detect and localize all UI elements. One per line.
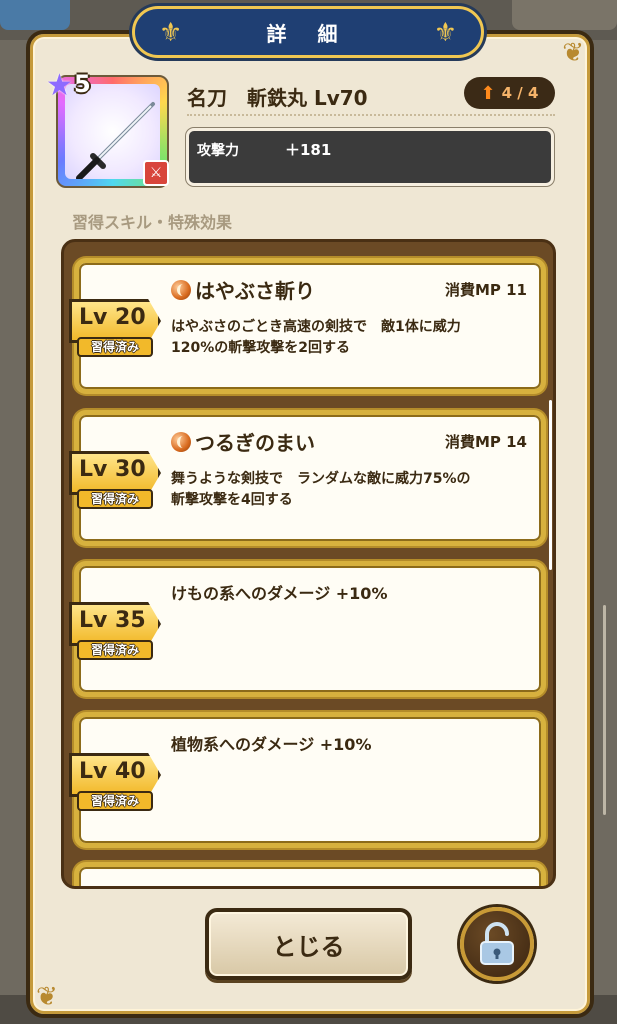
corner-ornament-icon: ❦ [36,982,58,1012]
stat-box: 攻撃力 ＋181 [186,128,554,186]
upgrade-badge: ⬆ 4 / 4 [464,77,555,109]
section-title: 習得スキル・特殊効果 [72,213,233,232]
skill-description-line: 舞うような剣技で ランダムな敵に威力75%の [171,471,471,487]
skill-description-line: はやぶさのごとき高速の剣技で 敵1体に威力 [171,319,461,335]
level-badge: Lv 40 習得済み [69,753,161,817]
background-tab [512,0,617,30]
effect-text: 植物系へのダメージ +10% [171,735,372,754]
item-name: 名刀 斬鉄丸 Lv70 [187,86,368,110]
arrow-up-icon: ⬆ [480,82,496,104]
skill-orb-icon [171,279,191,300]
level-text: Lv 40 [79,759,146,784]
star-icon: ★ [46,68,73,103]
page-scrollbar[interactable] [603,605,606,815]
skill-mp: 消費MP 11 [444,281,527,299]
sword-type-icon: ⚔ [143,160,169,186]
header-banner: ⚜ 詳 細 ⚜ [132,6,484,58]
skill-orb-icon [171,431,191,452]
skill-mp: 消費MP 14 [444,433,527,451]
rarity-badge: ★ 5 [46,68,106,104]
level-text: Lv 20 [79,305,146,330]
skill-description: 舞うような剣技で ランダムな敵に威力75%の 斬撃攻撃を4回する [171,469,531,511]
fleur-icon: ⚜ [433,18,457,48]
fleur-icon: ⚜ [159,18,183,48]
skill-name: はやぶさ斬り [171,275,315,304]
skills-scrollbar[interactable] [549,400,552,570]
unlock-icon [480,922,514,965]
stat-label: 攻撃力 [197,143,239,159]
divider [187,114,555,116]
page-title: 詳 細 [266,21,350,46]
corner-ornament-icon: ❦ [562,38,584,68]
level-badge: Lv 30 習得済み [69,451,161,515]
learned-label: 習得済み [77,489,153,509]
upgrade-count: 4 / 4 [501,84,539,102]
learned-label: 習得済み [77,337,153,357]
skill-description: はやぶさのごとき高速の剣技で 敵1体に威力 120%の斬撃攻撃を2回する [171,317,531,359]
lock-button[interactable] [460,907,534,981]
effect-text: けもの系へのダメージ +10% [171,584,388,603]
learned-label: 習得済み [77,791,153,811]
rarity-value: 5 [74,70,91,98]
skill-name-text: つるぎのまい [195,431,315,455]
level-badge: Lv 35 習得済み [69,602,161,666]
stat-value: ＋181 [285,141,332,159]
close-button[interactable]: とじる [205,908,412,980]
skill-name-text: はやぶさ斬り [195,279,315,303]
level-text: Lv 30 [79,457,146,482]
skill-description-line: 斬撃攻撃を4回する [171,492,293,508]
skill-name: つるぎのまい [171,427,315,456]
skill-card-partial [74,862,546,886]
level-text: Lv 35 [79,608,146,633]
background-tab [0,0,70,30]
level-badge: Lv 20 習得済み [69,299,161,363]
skill-description-line: 120%の斬撃攻撃を2回する [171,340,350,356]
learned-label: 習得済み [77,640,153,660]
